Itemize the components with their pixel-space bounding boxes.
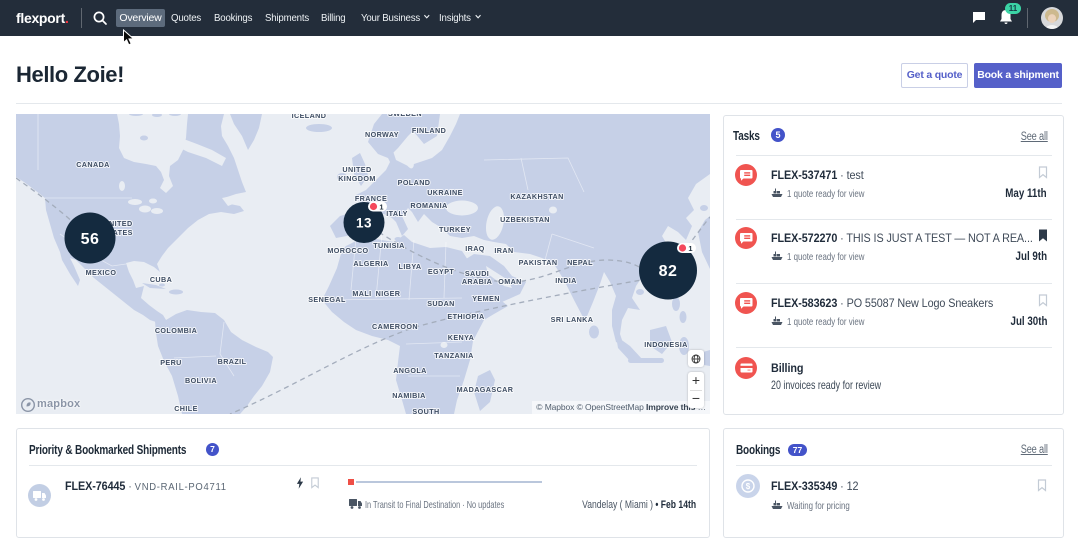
svg-text:TANZANIA: TANZANIA bbox=[434, 351, 473, 360]
svg-text:ALGERIA: ALGERIA bbox=[353, 259, 388, 268]
svg-text:SOUTH: SOUTH bbox=[412, 407, 439, 414]
svg-text:CAMEROON: CAMEROON bbox=[372, 322, 418, 331]
svg-text:IRAQ: IRAQ bbox=[465, 244, 485, 253]
svg-text:BOLIVIA: BOLIVIA bbox=[185, 376, 217, 385]
svg-text:PAKISTAN: PAKISTAN bbox=[519, 258, 558, 267]
svg-text:BRAZIL: BRAZIL bbox=[218, 357, 247, 366]
svg-text:INDIA: INDIA bbox=[555, 276, 577, 285]
svg-text:INDONESIA: INDONESIA bbox=[644, 340, 688, 349]
svg-text:COLOMBIA: COLOMBIA bbox=[155, 326, 197, 335]
svg-text:56: 56 bbox=[81, 231, 100, 248]
svg-text:1: 1 bbox=[688, 244, 692, 253]
svg-text:UNITED: UNITED bbox=[342, 165, 371, 174]
svg-text:ARABIA: ARABIA bbox=[462, 277, 492, 286]
svg-text:SWEDEN: SWEDEN bbox=[388, 114, 422, 118]
svg-text:NIGER: NIGER bbox=[376, 289, 401, 298]
svg-text:UZBEKISTAN: UZBEKISTAN bbox=[500, 215, 550, 224]
svg-text:CANADA: CANADA bbox=[76, 160, 110, 169]
svg-text:NEPAL: NEPAL bbox=[567, 258, 593, 267]
svg-text:CHILE: CHILE bbox=[174, 404, 198, 413]
svg-text:LIBYA: LIBYA bbox=[399, 262, 422, 271]
svg-text:NAMIBIA: NAMIBIA bbox=[392, 391, 426, 400]
svg-text:$: $ bbox=[746, 482, 751, 491]
svg-text:TURKEY: TURKEY bbox=[439, 225, 471, 234]
svg-text:UKRAINE: UKRAINE bbox=[427, 188, 463, 197]
svg-text:KINGDOM: KINGDOM bbox=[338, 174, 376, 183]
svg-text:1: 1 bbox=[379, 203, 383, 212]
svg-text:SUDAN: SUDAN bbox=[427, 299, 455, 308]
svg-text:MALI: MALI bbox=[352, 289, 371, 298]
svg-text:ITALY: ITALY bbox=[386, 209, 408, 218]
svg-text:CUBA: CUBA bbox=[150, 275, 172, 284]
svg-text:POLAND: POLAND bbox=[398, 178, 431, 187]
svg-text:PERU: PERU bbox=[160, 358, 182, 367]
svg-text:ETHIOPIA: ETHIOPIA bbox=[447, 312, 484, 321]
svg-text:EGYPT: EGYPT bbox=[428, 267, 455, 276]
svg-text:MEXICO: MEXICO bbox=[86, 268, 117, 277]
svg-text:YEMEN: YEMEN bbox=[472, 294, 500, 303]
svg-text:82: 82 bbox=[659, 263, 678, 280]
svg-text:MOROCCO: MOROCCO bbox=[327, 246, 368, 255]
svg-text:NORWAY: NORWAY bbox=[365, 130, 399, 139]
svg-text:ICELAND: ICELAND bbox=[292, 114, 327, 120]
svg-text:KENYA: KENYA bbox=[448, 333, 475, 342]
svg-text:13: 13 bbox=[356, 216, 372, 231]
svg-text:ROMANIA: ROMANIA bbox=[410, 201, 447, 210]
svg-text:SRI LANKA: SRI LANKA bbox=[551, 315, 594, 324]
svg-text:IRAN: IRAN bbox=[494, 246, 513, 255]
svg-text:MADAGASCAR: MADAGASCAR bbox=[457, 385, 514, 394]
svg-text:TUNISIA: TUNISIA bbox=[373, 241, 405, 250]
svg-text:KAZAKHSTAN: KAZAKHSTAN bbox=[510, 192, 563, 201]
svg-text:ANGOLA: ANGOLA bbox=[393, 366, 427, 375]
svg-text:OMAN: OMAN bbox=[498, 277, 522, 286]
svg-text:FINLAND: FINLAND bbox=[412, 126, 446, 135]
svg-text:SENEGAL: SENEGAL bbox=[308, 295, 346, 304]
